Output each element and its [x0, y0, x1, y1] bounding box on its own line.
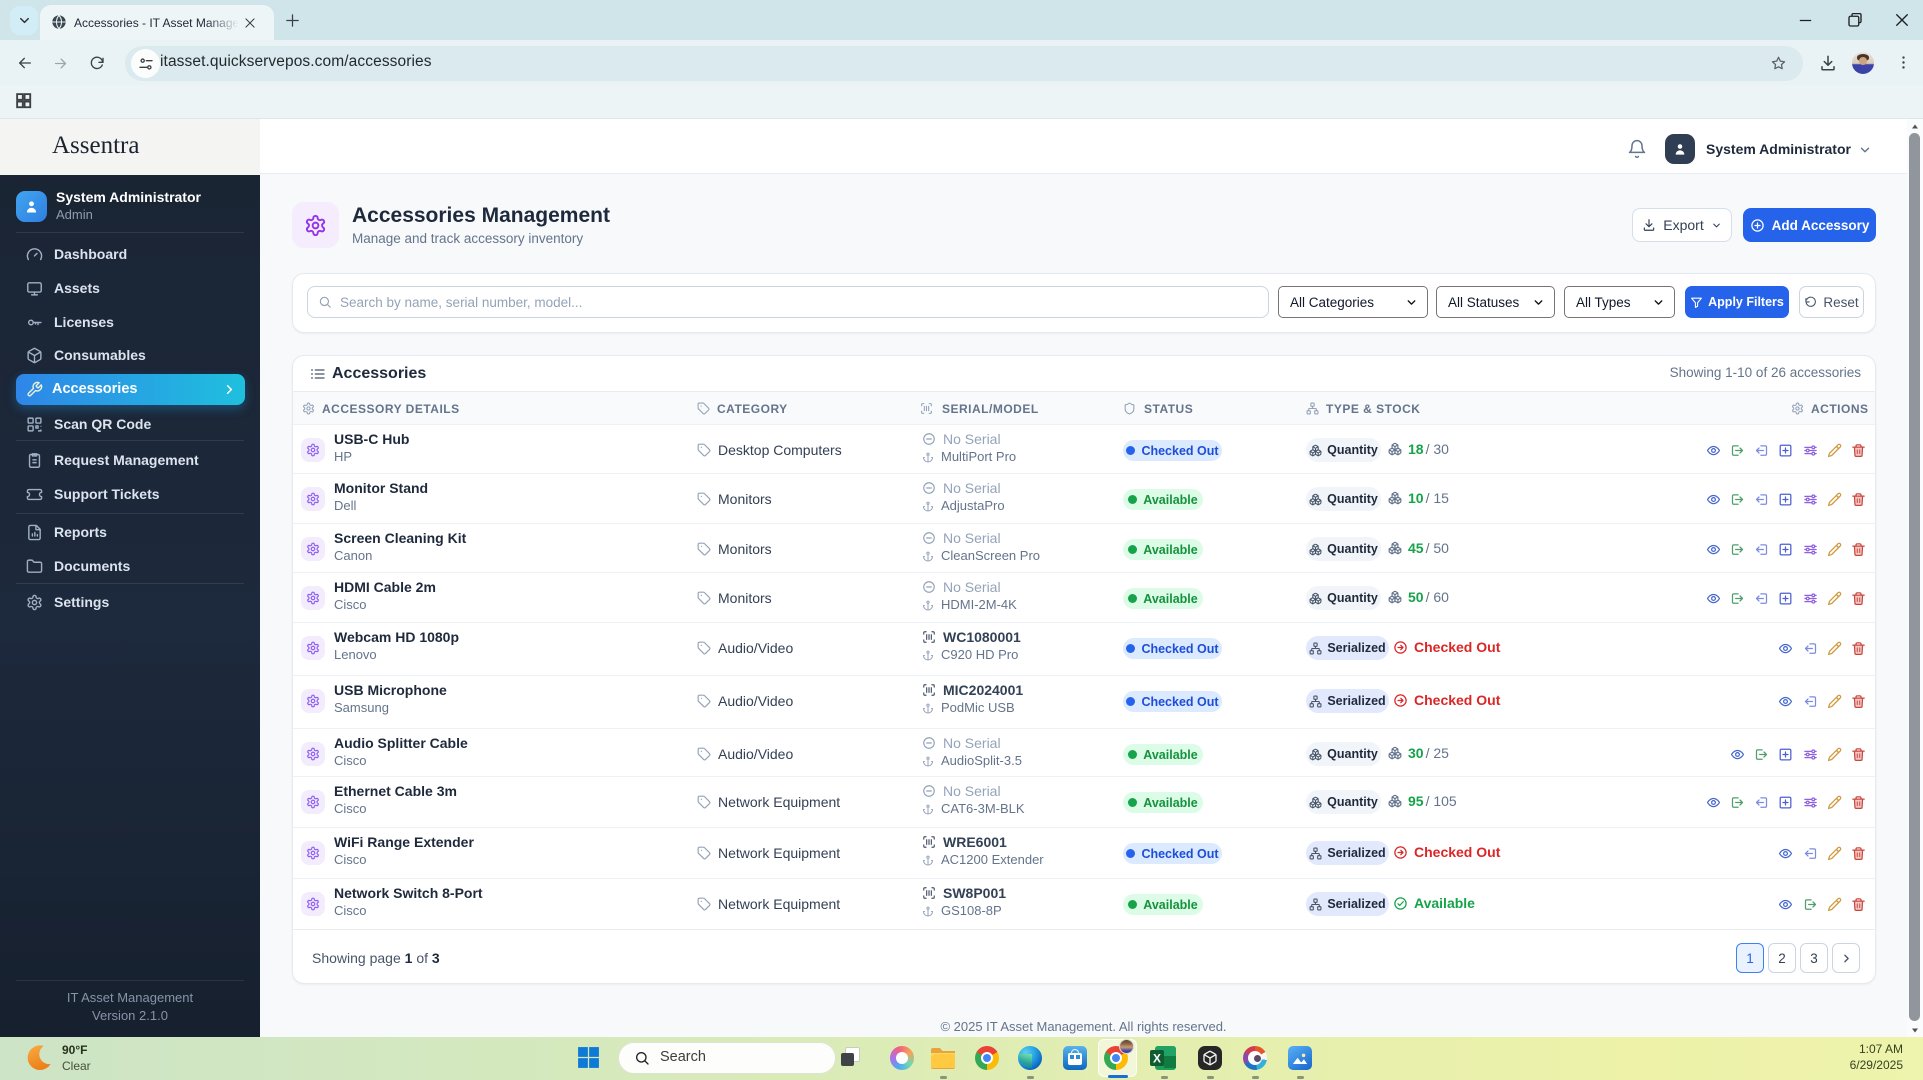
svg-text:X: X	[1153, 1052, 1161, 1066]
